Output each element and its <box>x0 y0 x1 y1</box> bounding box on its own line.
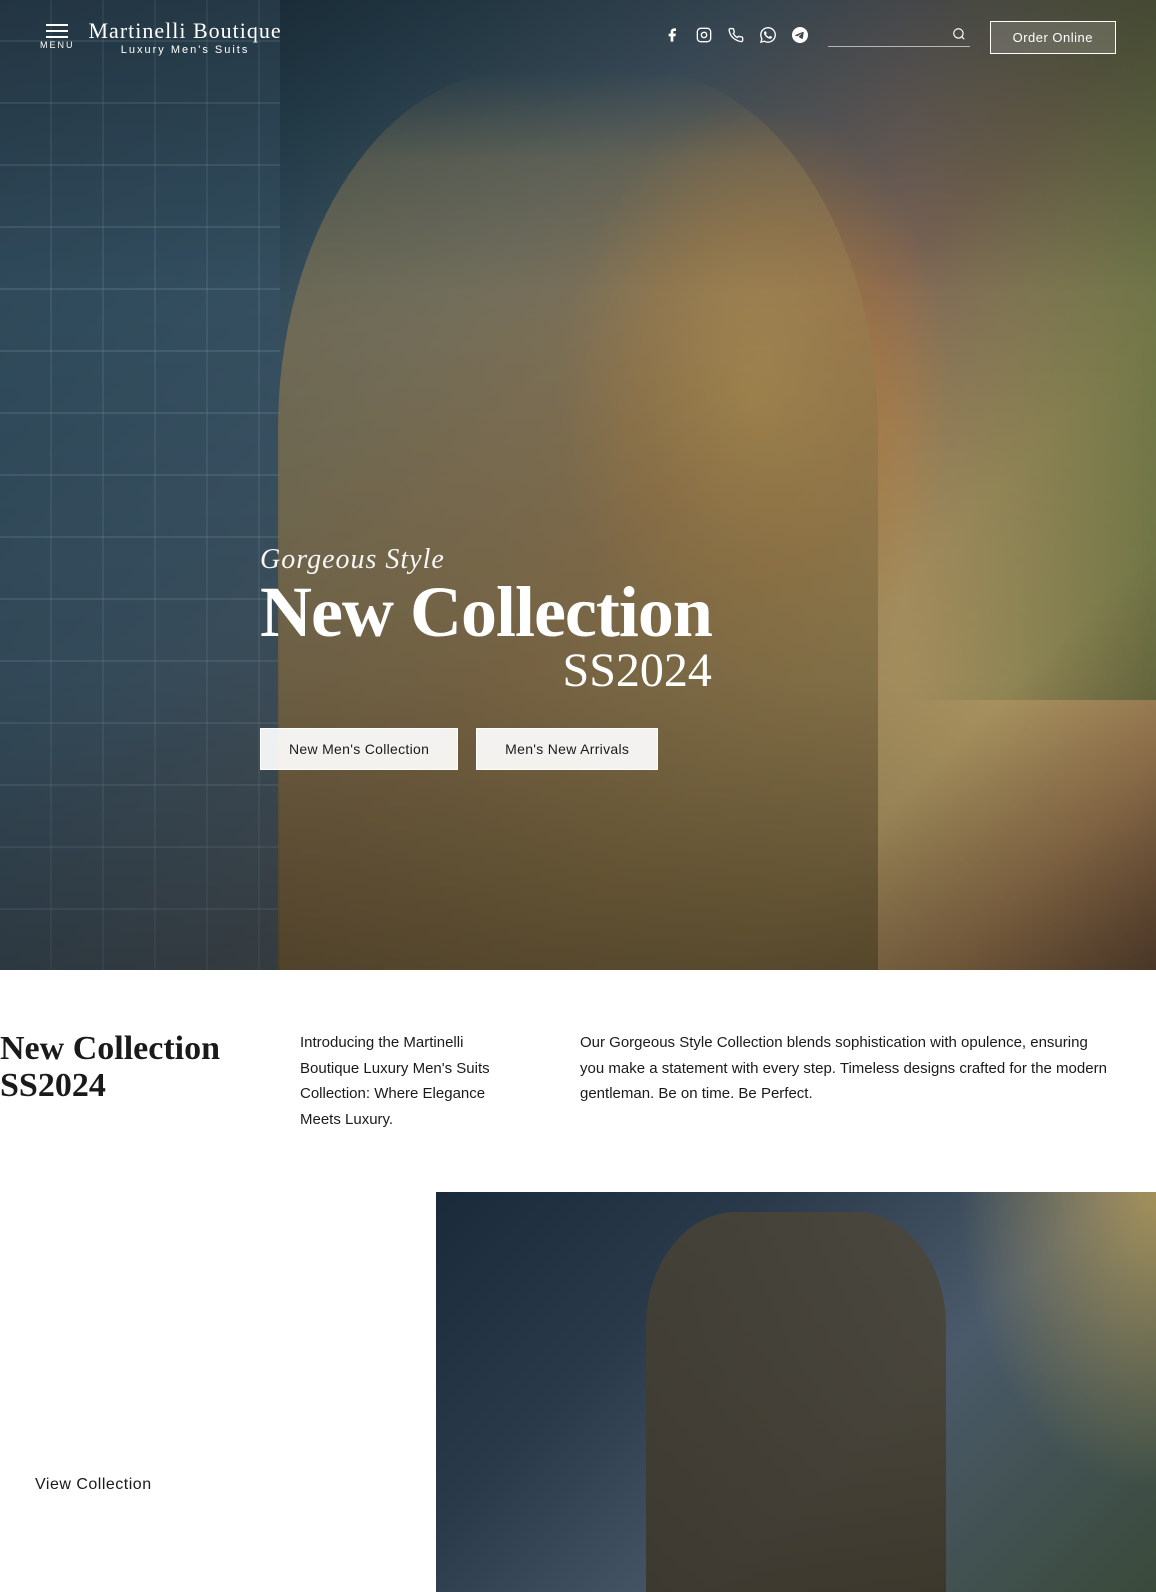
second-image-section: View Collection <box>0 1192 1156 1592</box>
second-figure-overlay <box>646 1212 946 1592</box>
mens-collection-button[interactable]: New Men's Collection <box>260 728 458 770</box>
social-icons <box>664 27 808 48</box>
header-left: MENU Martinelli Boutique Luxury Men's Su… <box>40 18 282 56</box>
description-intro-col: Introducing the Martinelli Boutique Luxu… <box>240 1030 560 1132</box>
hamburger-icon <box>46 24 68 38</box>
new-arrivals-button[interactable]: Men's New Arrivals <box>476 728 658 770</box>
brand-logo: Martinelli Boutique Luxury Men's Suits <box>89 18 282 56</box>
second-image-bg <box>436 1192 1156 1592</box>
brand-tagline: Luxury Men's Suits <box>89 44 282 56</box>
search-bar <box>828 27 970 47</box>
hero-section: MENU Martinelli Boutique Luxury Men's Su… <box>0 0 1156 970</box>
telegram-icon[interactable] <box>792 27 808 48</box>
menu-button[interactable]: MENU <box>40 24 75 50</box>
description-title-line1: New Collection <box>0 1030 240 1067</box>
hero-buttons: New Men's Collection Men's New Arrivals <box>260 728 712 770</box>
description-intro-text: Introducing the Martinelli Boutique Luxu… <box>300 1030 520 1132</box>
phone-icon[interactable] <box>728 27 744 48</box>
site-header: MENU Martinelli Boutique Luxury Men's Su… <box>0 0 1156 74</box>
menu-label: MENU <box>40 40 75 50</box>
hero-content: Gorgeous Style New Collection SS2024 New… <box>260 544 712 770</box>
order-online-button[interactable]: Order Online <box>990 21 1116 54</box>
hero-background <box>0 0 1156 970</box>
view-collection-button[interactable]: View Collection <box>0 1458 187 1512</box>
header-right: Order Online <box>664 21 1116 54</box>
second-light-overlay <box>956 1192 1156 1492</box>
search-button[interactable] <box>948 27 970 44</box>
description-body-text: Our Gorgeous Style Collection blends sop… <box>580 1030 1116 1107</box>
second-image-container <box>436 1192 1156 1592</box>
description-body-col: Our Gorgeous Style Collection blends sop… <box>560 1030 1156 1132</box>
description-section: New Collection SS2024 Introducing the Ma… <box>0 970 1156 1192</box>
hero-dark-overlay <box>0 0 1156 970</box>
facebook-icon[interactable] <box>664 27 680 48</box>
instagram-icon[interactable] <box>696 27 712 48</box>
whatsapp-icon[interactable] <box>760 27 776 48</box>
description-title-line2: SS2024 <box>0 1067 240 1105</box>
search-input[interactable] <box>828 28 948 43</box>
brand-name: Martinelli Boutique <box>89 18 282 44</box>
hero-title: New Collection <box>260 576 712 648</box>
description-heading: New Collection SS2024 <box>0 1030 240 1132</box>
